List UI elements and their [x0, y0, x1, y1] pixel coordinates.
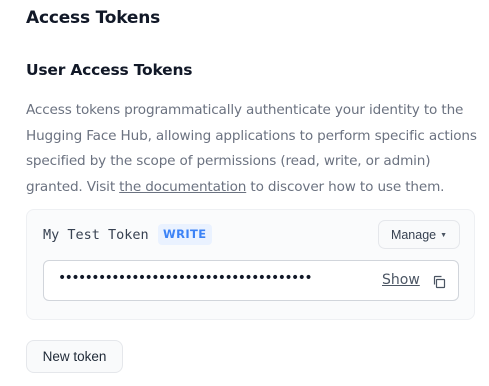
manage-button[interactable]: Manage ▼ [378, 220, 460, 249]
token-field: •••••••••••••••••••••••••••••••••••••• S… [43, 260, 459, 301]
documentation-link[interactable]: the documentation [119, 179, 246, 195]
description-text: granted. Visit [26, 178, 120, 195]
show-token-link[interactable]: Show [382, 272, 420, 288]
description-text: to discover how to use them. [246, 178, 445, 195]
token-card: My Test Token WRITE Manage ▼ •••••••••••… [26, 209, 475, 320]
token-name: My Test Token [43, 227, 149, 243]
description-line: granted. Visit the documentation to disc… [26, 175, 476, 201]
description-line: specified by the scope of permissions (r… [26, 153, 431, 169]
new-token-button[interactable]: New token [26, 340, 123, 373]
caret-down-icon: ▼ [440, 231, 448, 239]
page-title: Access Tokens [26, 8, 161, 28]
section-description: Access tokens programmatically authentic… [26, 98, 477, 201]
permission-badge: WRITE [158, 224, 212, 245]
description-line: Hugging Face Hub, allowing applications … [26, 127, 477, 144]
copy-icon[interactable] [432, 274, 446, 289]
section-title: User Access Tokens [26, 61, 193, 79]
manage-label: Manage [390, 227, 437, 242]
masked-token-value: •••••••••••••••••••••••••••••••••••••• [58, 270, 313, 286]
description-line: Access tokens programmatically authentic… [26, 102, 464, 118]
